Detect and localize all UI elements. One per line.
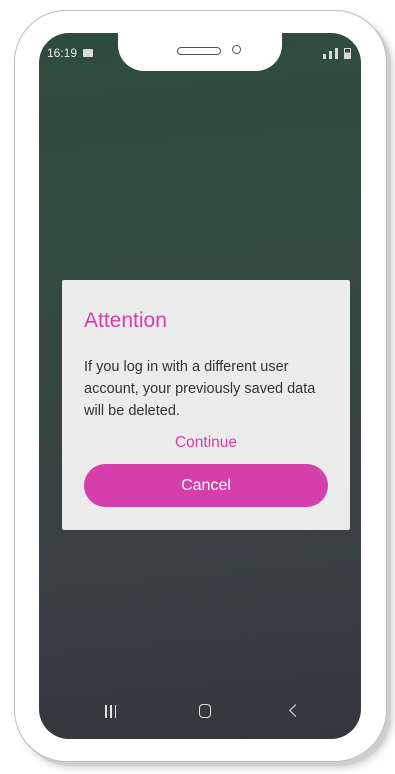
- continue-button[interactable]: Continue: [62, 434, 350, 452]
- speaker-icon: [177, 47, 221, 55]
- signal-icon: [335, 48, 338, 59]
- dialog-message: If you log in with a different user acco…: [84, 359, 316, 419]
- status-icons: [323, 47, 351, 59]
- phone-frame: 16:19 Attention If you log in with a dif…: [14, 10, 387, 762]
- battery-icon: [344, 48, 351, 59]
- attention-dialog: Attention If you log in with a different…: [62, 280, 350, 530]
- status-time: 16:19: [47, 46, 78, 60]
- home-icon[interactable]: [199, 704, 211, 718]
- screen: 16:19 Attention If you log in with a dif…: [39, 33, 361, 739]
- navigation-bar: [39, 687, 361, 739]
- wifi-icon: [323, 54, 326, 59]
- cancel-button[interactable]: Cancel: [84, 464, 328, 507]
- camera-icon: [232, 45, 241, 54]
- recents-icon[interactable]: [105, 705, 117, 718]
- gallery-icon: [83, 49, 93, 57]
- back-icon[interactable]: [289, 704, 302, 717]
- camera-notch: [118, 33, 282, 71]
- signal-icon: [329, 51, 332, 59]
- dialog-title: Attention: [84, 309, 167, 332]
